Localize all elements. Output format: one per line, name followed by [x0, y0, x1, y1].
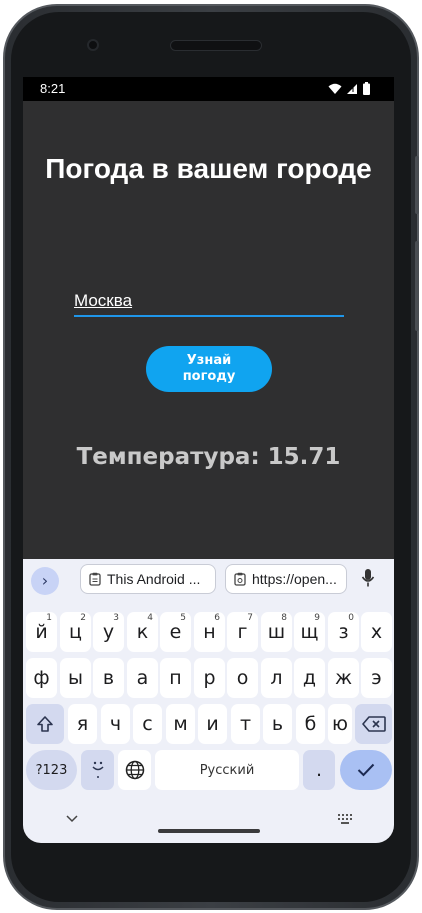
- expand-toolbar-button[interactable]: ›: [31, 567, 59, 595]
- volume-button: [415, 241, 419, 331]
- key[interactable]: г7: [227, 612, 258, 652]
- key-label: ш: [267, 621, 286, 643]
- key-label: ц: [69, 621, 82, 643]
- key[interactable]: е5: [160, 612, 191, 652]
- power-button: [415, 156, 419, 214]
- key-hint: 7: [247, 613, 253, 623]
- emoji-icon: [91, 761, 104, 778]
- suggestion-strip: › This Android ... https://open...: [23, 559, 394, 602]
- key[interactable]: д: [294, 658, 325, 698]
- status-bar: 8:21: [23, 77, 394, 101]
- key[interactable]: п: [160, 658, 191, 698]
- key[interactable]: ф: [26, 658, 57, 698]
- key[interactable]: о: [227, 658, 258, 698]
- temperature-result: Температура: 15.71: [76, 444, 341, 470]
- microphone-icon[interactable]: [361, 568, 375, 588]
- key[interactable]: с: [133, 704, 162, 744]
- key[interactable]: з0: [328, 612, 359, 652]
- key[interactable]: ч: [101, 704, 130, 744]
- space-key[interactable]: Русский: [155, 750, 299, 790]
- earpiece-speaker: [170, 40, 262, 51]
- key[interactable]: и: [198, 704, 227, 744]
- chevron-down-icon[interactable]: [66, 815, 78, 823]
- key[interactable]: ь: [263, 704, 292, 744]
- key-label: й: [35, 621, 48, 643]
- key-label: е: [169, 621, 182, 643]
- chip-label: This Android ...: [107, 571, 201, 587]
- key-label: к: [136, 621, 149, 643]
- key-label: щ: [300, 621, 319, 643]
- shift-icon: [37, 716, 53, 732]
- key[interactable]: к4: [127, 612, 158, 652]
- key-label: х: [370, 621, 383, 643]
- clipboard-suggestion-chip[interactable]: This Android ...: [80, 564, 216, 594]
- key[interactable]: м: [166, 704, 195, 744]
- key-hint: 2: [80, 613, 86, 623]
- key-hint: 3: [113, 613, 119, 623]
- front-camera: [87, 39, 99, 51]
- backspace-icon: [361, 716, 386, 732]
- key[interactable]: я: [68, 704, 97, 744]
- key-label: з: [338, 621, 349, 643]
- key-hint: 0: [348, 613, 354, 623]
- navigation-bar: [23, 803, 394, 843]
- signal-icon: [347, 83, 357, 94]
- period-key[interactable]: .: [303, 750, 335, 790]
- key-label: у: [102, 621, 115, 643]
- get-weather-button[interactable]: Узнай погоду: [146, 346, 272, 392]
- page-title: Погода в вашем городе: [45, 153, 372, 184]
- shift-key[interactable]: [26, 704, 64, 744]
- on-screen-keyboard: › This Android ... https://open... й 1 ц…: [23, 559, 394, 843]
- status-time: 8:21: [40, 81, 66, 96]
- key-hint: 6: [214, 613, 220, 623]
- key[interactable]: ц2: [60, 612, 91, 652]
- key[interactable]: в: [93, 658, 124, 698]
- key-hint: 8: [281, 613, 287, 623]
- symbols-key[interactable]: ?123: [26, 750, 77, 790]
- key-hint: 1: [46, 613, 52, 623]
- key[interactable]: р: [194, 658, 225, 698]
- key[interactable]: н6: [194, 612, 225, 652]
- city-input[interactable]: [74, 287, 344, 317]
- key-hint: 4: [147, 613, 153, 623]
- backspace-key[interactable]: [355, 704, 392, 744]
- key[interactable]: й1: [26, 612, 57, 652]
- key[interactable]: ы: [60, 658, 91, 698]
- language-key[interactable]: [118, 750, 151, 790]
- clipboard-link-chip[interactable]: https://open...: [225, 564, 347, 594]
- key[interactable]: ш8: [261, 612, 292, 652]
- key-hint: 5: [180, 613, 186, 623]
- clipboard-link-icon: [234, 572, 246, 586]
- keyboard-switch-icon[interactable]: [337, 813, 353, 825]
- key[interactable]: л: [261, 658, 292, 698]
- globe-icon: [125, 760, 144, 780]
- key[interactable]: т: [231, 704, 260, 744]
- key[interactable]: ю: [328, 704, 352, 744]
- key[interactable]: щ9: [294, 612, 325, 652]
- clipboard-icon: [89, 572, 101, 586]
- wifi-icon: [328, 83, 342, 94]
- check-icon: [357, 763, 375, 777]
- enter-key[interactable]: [340, 750, 392, 790]
- key[interactable]: а: [127, 658, 158, 698]
- key[interactable]: х: [361, 612, 392, 652]
- key-label: г: [237, 621, 248, 643]
- status-icons: [328, 82, 370, 95]
- screen: 8:21 Погода в вашем городе Узнай погоду …: [23, 77, 394, 843]
- key-label: н: [203, 621, 216, 643]
- key[interactable]: ж: [328, 658, 359, 698]
- key-hint: 9: [314, 613, 320, 623]
- battery-icon: [363, 82, 370, 95]
- key[interactable]: э: [361, 658, 392, 698]
- chevron-right-icon: ›: [41, 571, 49, 590]
- chip-label: https://open...: [252, 571, 337, 587]
- home-handle[interactable]: [158, 829, 260, 833]
- emoji-key[interactable]: [81, 750, 114, 790]
- key[interactable]: б: [296, 704, 325, 744]
- key[interactable]: у3: [93, 612, 124, 652]
